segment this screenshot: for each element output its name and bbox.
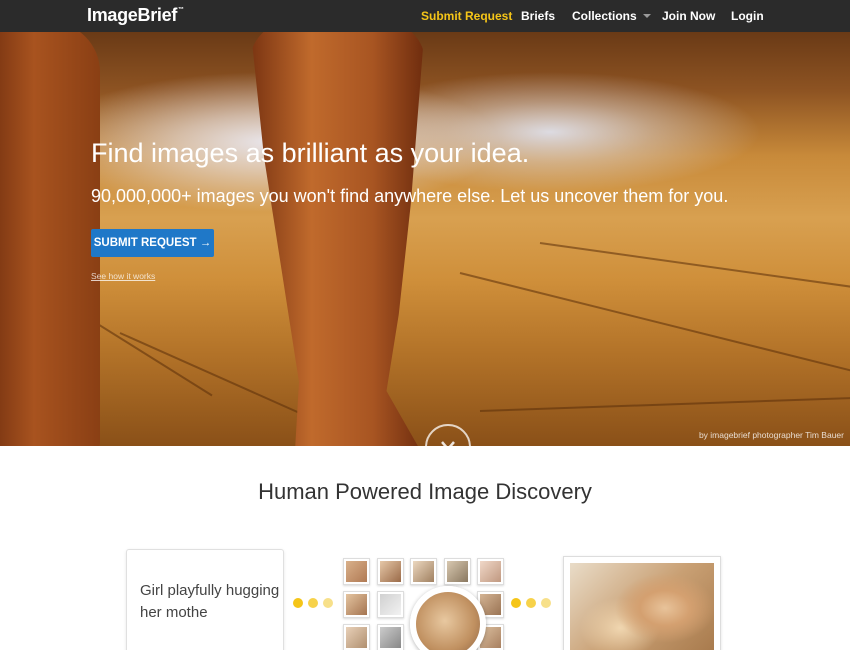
top-nav: ImageBrief™ Submit Request Briefs Collec… (0, 0, 850, 32)
floor-plank-line (479, 396, 850, 412)
thumbnail (477, 558, 504, 585)
thumbnail (377, 591, 404, 618)
floor-plank-line (459, 272, 850, 376)
thumbnail (343, 591, 370, 618)
result-image (570, 563, 714, 650)
hero-photo-leg (0, 32, 100, 446)
nav-collections[interactable]: Collections (572, 9, 651, 23)
logo-trademark: ™ (178, 7, 184, 13)
progress-dot (323, 598, 333, 608)
see-how-it-works-link[interactable]: See how it works (91, 271, 155, 281)
nav-submit-request[interactable]: Submit Request (421, 9, 512, 23)
nav-join-now[interactable]: Join Now (662, 9, 715, 23)
thumbnail (343, 558, 370, 585)
photo-credit: by imagebrief photographer Tim Bauer (698, 430, 844, 440)
hero-title: Find images as brilliant as your idea. (91, 138, 530, 168)
thumbnail (410, 558, 437, 585)
floor-plank-line (539, 242, 850, 289)
logo[interactable]: ImageBrief™ (87, 5, 184, 26)
thumbnail (377, 558, 404, 585)
section-title: Human Powered Image Discovery (258, 479, 592, 504)
progress-dot (308, 598, 318, 608)
thumbnail (377, 624, 404, 650)
query-card: Girl playfully hugging her mothe (126, 549, 284, 650)
hero: Find images as brilliant as your idea. 9… (0, 32, 850, 446)
result-card (563, 556, 721, 650)
hero-subtitle: 90,000,000+ images you won't find anywhe… (91, 186, 729, 206)
progress-dot (511, 598, 521, 608)
hero-photo-leg (250, 32, 425, 446)
magnifier-lens (410, 586, 486, 650)
nav-login[interactable]: Login (731, 9, 764, 23)
query-text: Girl playfully hugging her mothe (140, 582, 280, 621)
chevron-down-icon (441, 441, 455, 446)
nav-collections-label: Collections (572, 9, 637, 23)
submit-request-button[interactable]: SUBMIT REQUEST → (91, 229, 214, 257)
progress-dot (293, 598, 303, 608)
progress-dot (526, 598, 536, 608)
scroll-down-button[interactable] (425, 424, 471, 446)
thumbnail (444, 558, 471, 585)
thumbnail (343, 624, 370, 650)
chevron-down-icon (642, 13, 651, 18)
nav-briefs[interactable]: Briefs (521, 9, 555, 23)
logo-text: ImageBrief (87, 5, 178, 25)
progress-dot (541, 598, 551, 608)
